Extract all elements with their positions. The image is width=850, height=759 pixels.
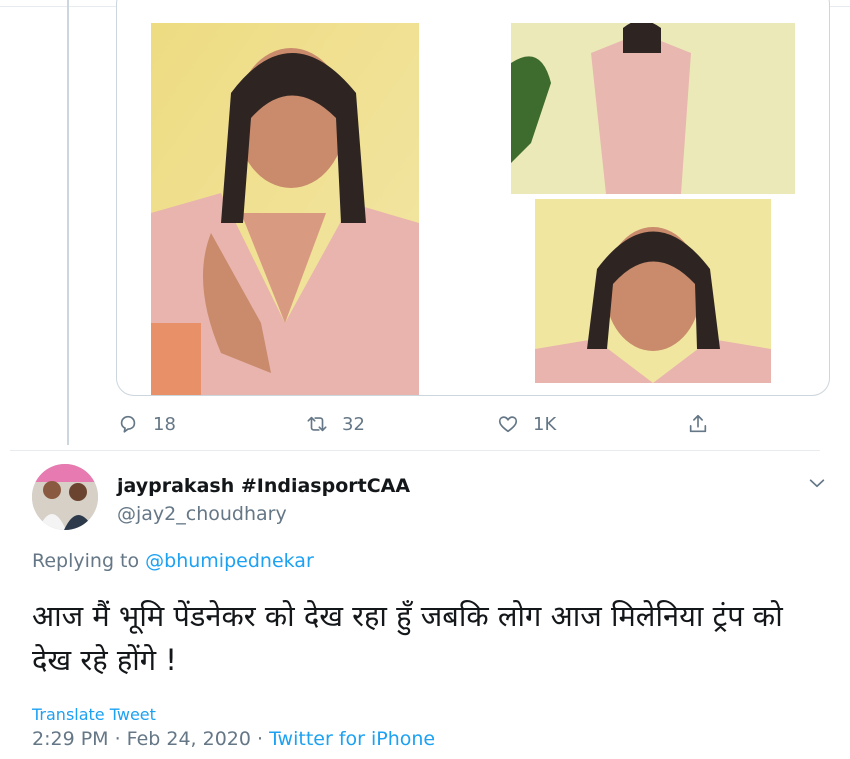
timestamp[interactable]: 2:29 PM · Feb 24, 2020 ·	[32, 728, 269, 750]
share-icon	[689, 414, 707, 433]
source-link[interactable]: Twitter for iPhone	[269, 728, 435, 750]
replying-to-link[interactable]: @bhumipednekar	[145, 550, 314, 572]
chevron-down-icon[interactable]	[806, 472, 828, 494]
photo-1[interactable]	[151, 23, 419, 395]
reply-divider	[10, 450, 820, 451]
photo-woman-pink-dress-icon	[151, 23, 419, 395]
translate-tweet-link[interactable]: Translate Tweet	[32, 705, 156, 724]
photo-2[interactable]	[511, 23, 795, 194]
media-grid	[116, 0, 830, 396]
user-handle[interactable]: @jay2_choudhary	[117, 503, 287, 525]
thread-connector-line	[67, 0, 69, 445]
like-button[interactable]: 1K	[497, 411, 556, 437]
share-button[interactable]	[687, 411, 709, 437]
reply-count: 18	[153, 413, 176, 435]
photo-3[interactable]	[535, 199, 771, 383]
retweet-count: 32	[342, 413, 365, 435]
user-avatar-icon	[32, 464, 98, 530]
display-name[interactable]: jayprakash #IndiasportCAA	[117, 475, 410, 497]
retweet-button[interactable]: 32	[306, 411, 365, 437]
replying-to-line: Replying to @bhumipednekar	[32, 550, 314, 572]
like-count: 1K	[533, 413, 557, 435]
heart-icon	[498, 416, 518, 433]
reply-icon	[120, 415, 136, 433]
avatar[interactable]	[32, 464, 98, 530]
retweet-icon	[307, 416, 327, 432]
photo-woman-pink-gown-standing-icon	[511, 23, 795, 194]
tweet-metadata: 2:29 PM · Feb 24, 2020 · Twitter for iPh…	[32, 728, 435, 750]
photo-woman-portrait-icon	[535, 199, 771, 383]
tweet-text: आज मैं भूमि पेंडनेकर को देख रहा हुँ जबकि…	[32, 599, 783, 677]
replying-prefix: Replying to	[32, 550, 146, 572]
reply-button[interactable]: 18	[117, 411, 176, 437]
